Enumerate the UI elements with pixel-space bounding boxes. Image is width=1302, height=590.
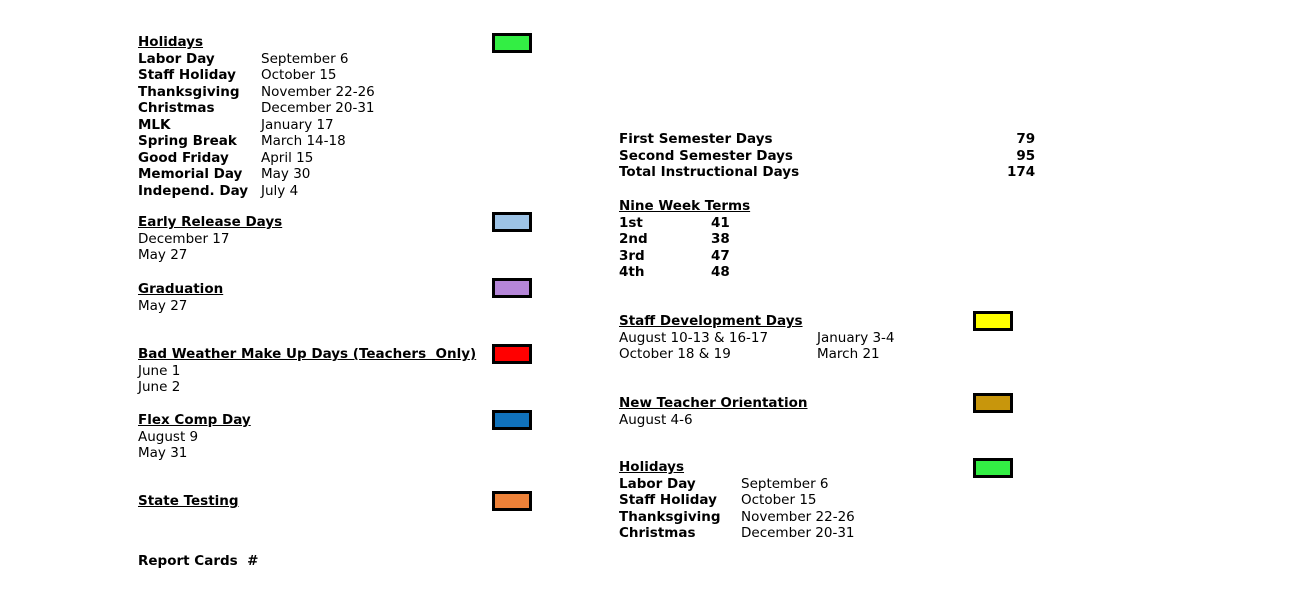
holiday-label: Independ. Day (138, 182, 249, 199)
holiday-date: September 6 (741, 475, 829, 492)
graduation-date: May 27 (138, 297, 188, 314)
flex-comp-section: Flex Comp Day August 9 May 31 (138, 412, 251, 462)
day-counts-list: First Semester Days 79 Second Semester D… (619, 131, 1035, 181)
day-count-value: 79 (1016, 131, 1036, 147)
holiday-date: April 15 (261, 149, 314, 166)
early-release-heading: Early Release Days (138, 214, 283, 230)
state-testing-section: State Testing (138, 493, 239, 510)
holiday-date: May 30 (261, 166, 311, 182)
new-teacher-orientation-section: New Teacher Orientation August 4-6 (619, 395, 808, 428)
report-cards-heading: Report Cards # (138, 553, 259, 569)
day-count-label: Second Semester Days (619, 147, 793, 164)
holiday-label: Labor Day (138, 50, 215, 67)
early-release-section: Early Release Days December 17 May 27 (138, 214, 282, 264)
day-counts-section: First Semester Days 79 Second Semester D… (619, 131, 1035, 181)
holiday-label: Labor Day (619, 475, 696, 492)
nine-week-terms-heading: Nine Week Terms (619, 198, 751, 214)
holiday-date: November 22-26 (261, 83, 375, 100)
term-label: 2nd (619, 231, 648, 247)
staff-development-section: Staff Development Days August 10-13 & 16… (619, 313, 895, 363)
swatch-staff-development (973, 311, 1013, 331)
left-holidays-heading: Holidays (138, 34, 204, 50)
flex-comp-heading: Flex Comp Day (138, 412, 251, 428)
day-count-label: First Semester Days (619, 131, 773, 147)
swatch-new-teacher-orientation (973, 393, 1013, 413)
early-release-date: December 17 (138, 230, 230, 247)
staff-development-heading: Staff Development Days (619, 313, 803, 329)
staff-development-date: January 3-4 (817, 329, 895, 346)
bad-weather-section: Bad Weather Make Up Days (Teachers Only)… (138, 346, 476, 396)
term-label: 3rd (619, 247, 645, 264)
swatch-graduation (492, 278, 532, 298)
holiday-label: Staff Holiday (138, 67, 236, 83)
bad-weather-date: June 2 (138, 379, 181, 395)
term-label: 4th (619, 264, 645, 280)
state-testing-heading: State Testing (138, 493, 239, 509)
holiday-date: October 15 (261, 67, 337, 83)
holiday-label: Staff Holiday (619, 492, 717, 508)
holiday-date: September 6 (261, 50, 349, 67)
holiday-date: October 15 (741, 492, 817, 508)
swatch-right-holidays (973, 458, 1013, 478)
holiday-date: March 14-18 (261, 133, 346, 149)
holiday-date: December 20-31 (261, 100, 375, 116)
term-label: 1st (619, 214, 643, 231)
bad-weather-date: June 1 (138, 362, 181, 379)
holiday-label: Memorial Day (138, 166, 243, 182)
staff-development-list: August 10-13 & 16-17 January 3-4 October… (619, 330, 895, 363)
holiday-label: Christmas (619, 525, 696, 541)
flex-comp-date: May 31 (138, 445, 188, 461)
swatch-flex-comp (492, 410, 532, 430)
holiday-label: Thanksgiving (619, 508, 721, 525)
holiday-date: November 22-26 (741, 508, 855, 525)
left-holidays-section: Holidays Labor Day September 6 Staff Hol… (138, 34, 375, 199)
staff-development-date: March 21 (817, 346, 880, 362)
term-value: 47 (711, 247, 730, 264)
new-teacher-orientation-date: August 4-6 (619, 411, 693, 428)
calendar-legend-page: Holidays Labor Day September 6 Staff Hol… (0, 0, 1302, 590)
day-count-value: 95 (1016, 147, 1036, 164)
flex-comp-date: August 9 (138, 428, 199, 445)
nine-week-terms-list: 1st 41 2nd 38 3rd 47 4th 48 (619, 215, 750, 281)
right-holidays-list: Labor Day September 6 Staff Holiday Octo… (619, 476, 855, 542)
holiday-label: MLK (138, 116, 171, 133)
right-holidays-heading: Holidays (619, 459, 685, 475)
holiday-label: Spring Break (138, 133, 237, 149)
day-count-value: 174 (1007, 164, 1036, 180)
term-value: 38 (711, 231, 730, 247)
term-value: 41 (711, 214, 730, 231)
day-count-label: Total Instructional Days (619, 164, 800, 180)
right-holidays-section: Holidays Labor Day September 6 Staff Hol… (619, 459, 855, 542)
graduation-section: Graduation May 27 (138, 281, 223, 314)
graduation-heading: Graduation (138, 281, 224, 297)
nine-week-terms-section: Nine Week Terms 1st 41 2nd 38 3rd 47 4th… (619, 198, 750, 281)
holiday-label: Christmas (138, 100, 215, 116)
holiday-date: July 4 (261, 182, 299, 199)
staff-development-date: August 10-13 & 16-17 (619, 329, 769, 346)
holiday-label: Thanksgiving (138, 83, 240, 100)
holiday-date: January 17 (261, 116, 334, 133)
term-value: 48 (711, 264, 730, 280)
swatch-bad-weather (492, 344, 532, 364)
swatch-left-holidays (492, 33, 532, 53)
staff-development-date: October 18 & 19 (619, 346, 731, 362)
left-holidays-list: Labor Day September 6 Staff Holiday Octo… (138, 51, 375, 200)
bad-weather-heading: Bad Weather Make Up Days (Teachers Only) (138, 346, 477, 362)
new-teacher-orientation-heading: New Teacher Orientation (619, 395, 808, 411)
report-cards-section: Report Cards # (138, 553, 258, 570)
swatch-state-testing (492, 491, 532, 511)
swatch-early-release (492, 212, 532, 232)
holiday-label: Good Friday (138, 149, 229, 166)
early-release-date: May 27 (138, 247, 188, 263)
holiday-date: December 20-31 (741, 525, 855, 541)
